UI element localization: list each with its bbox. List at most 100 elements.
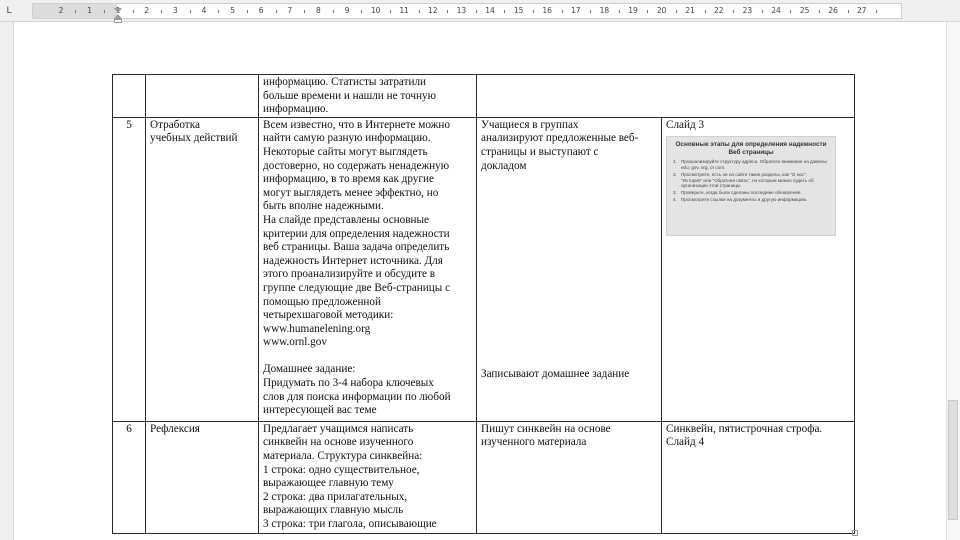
ruler-tick bbox=[103, 10, 105, 13]
horizontal-ruler[interactable]: 2 1 1 2 3 4 5 6 7 8 9 10 11 12 13 14 15 16 17 18 19 20 21 22 23 2… bbox=[32, 3, 902, 19]
text-line: Пишут синквейн на основе bbox=[481, 422, 611, 435]
ruler-number: 25 bbox=[799, 6, 810, 15]
stage-label: учебных действий bbox=[150, 132, 238, 145]
text-line: интересующей вас теме bbox=[263, 404, 377, 417]
students-activity-cell[interactable] bbox=[476, 74, 855, 118]
text-line: 1 строка: одно существительное, bbox=[263, 463, 420, 476]
tab-selector-icon[interactable]: L bbox=[2, 4, 16, 18]
table-row: 5 Отработка учебных действий Всем извест… bbox=[112, 116, 855, 422]
ruler-number: 8 bbox=[316, 6, 321, 15]
text-line: найти самую разную информацию. bbox=[263, 132, 431, 145]
row-number-cell[interactable] bbox=[112, 74, 146, 118]
text-line: выражающее главную тему bbox=[263, 477, 394, 490]
slide-item-text: Просмотрите, есть ли на сайте такие разд… bbox=[681, 172, 814, 189]
ruler-number: 21 bbox=[685, 6, 695, 15]
slide-title: Основные этапы для определения надежност… bbox=[675, 141, 827, 156]
text-line: информацию. bbox=[263, 103, 329, 116]
ruler-number: 6 bbox=[258, 6, 264, 15]
ruler-tick bbox=[304, 10, 306, 13]
text-line: быть вполне надежными. bbox=[263, 200, 384, 213]
ruler-number: 22 bbox=[714, 6, 724, 15]
text-line: Синквейн, пятистрочная строфа. bbox=[666, 422, 823, 435]
ruler-tick bbox=[132, 10, 134, 13]
slide-list-item: 2. Просмотрите, есть ли на сайте такие ра… bbox=[673, 172, 829, 189]
ruler-tick bbox=[761, 10, 763, 13]
ruler-tick bbox=[647, 10, 649, 13]
ruler-tick bbox=[332, 10, 334, 13]
text-line: www.humanelening.org bbox=[263, 322, 371, 335]
text-line: четырехшаговой методики: bbox=[263, 309, 394, 322]
ruler-number: 15 bbox=[513, 6, 524, 15]
row-number-cell[interactable]: 6 bbox=[112, 420, 146, 534]
ruler-number: 23 bbox=[742, 6, 753, 15]
notes-cell[interactable]: Синквейн, пятистрочная строфа. Слайд 4 bbox=[661, 420, 855, 534]
ruler-number: 7 bbox=[287, 6, 293, 15]
text-line: помощью предложенной bbox=[263, 295, 382, 308]
ruler-number: 10 bbox=[370, 6, 381, 15]
text-line: анализируют предложенные веб- bbox=[481, 132, 639, 145]
vertical-ruler[interactable] bbox=[0, 22, 14, 540]
ruler-tick bbox=[675, 10, 677, 13]
row-number: 6 bbox=[126, 422, 132, 435]
ruler-tick bbox=[818, 10, 820, 13]
stage-cell[interactable]: Рефлексия bbox=[145, 420, 259, 534]
text-line: могут выглядеть менее эффектно, но bbox=[263, 186, 439, 199]
ruler-number: 16 bbox=[542, 6, 552, 15]
text-line: надежность Интернет источника. Для bbox=[263, 254, 443, 267]
slide-thumbnail[interactable]: Основные этапы для определения надежност… bbox=[666, 136, 836, 237]
teacher-activity-cell[interactable]: Всем известно, что в Интернете можно найт… bbox=[258, 116, 477, 422]
text-line: Предлагает учащимся написать bbox=[263, 422, 414, 435]
row-number-cell[interactable]: 5 bbox=[112, 116, 146, 422]
ruler-tick bbox=[418, 10, 420, 13]
table-resize-handle[interactable] bbox=[852, 530, 858, 536]
teacher-activity-cell[interactable]: Предлагает учащимся написать синквейн на … bbox=[258, 420, 477, 534]
stage-cell[interactable]: Отработка учебных действий bbox=[145, 116, 259, 422]
row-number: 5 bbox=[126, 118, 132, 131]
ruler-tick bbox=[447, 10, 449, 13]
text-line: 2 строка: два прилагательных, bbox=[263, 490, 408, 503]
text-line: информацию. Статисты затратили bbox=[263, 76, 427, 88]
table-row: информацию. Статисты затратили больше вр… bbox=[112, 74, 855, 118]
vertical-scrollbar[interactable] bbox=[946, 22, 960, 540]
text-line: этого проанализируйте и обсудите в bbox=[263, 268, 436, 281]
ruler-number: 18 bbox=[599, 6, 610, 15]
text-line: информацию, в то время как другие bbox=[263, 173, 434, 186]
text-line: достоверно, но содержать ненадежную bbox=[263, 159, 450, 172]
ruler-tick bbox=[876, 10, 878, 13]
students-activity-cell[interactable]: Учащиеся в группах анализируют предложен… bbox=[476, 116, 662, 422]
slide-ref: Слайд 4 bbox=[666, 436, 705, 449]
text-line: веб страницы. Ваша задача определить bbox=[263, 241, 450, 254]
text-line: больше времени и нашли не точную bbox=[263, 89, 436, 102]
ruler-tick bbox=[561, 10, 563, 13]
ruler-number: 17 bbox=[571, 6, 581, 15]
ruler-number: 26 bbox=[828, 6, 838, 15]
slide-item-text: Проанализируйте структуру адреса. Обрати… bbox=[681, 159, 827, 170]
teacher-activity-cell[interactable]: информацию. Статисты затратили больше вр… bbox=[258, 74, 477, 118]
ruler-tick bbox=[361, 10, 363, 13]
slide-list-item: 3. Проверьте, когда были сделаны последни… bbox=[673, 190, 829, 196]
text-line: Домашнее задание: bbox=[263, 363, 356, 376]
text-line: Придумать по 3-4 набора ключевых bbox=[263, 377, 434, 390]
slide-item-number: 2. bbox=[673, 172, 677, 178]
ruler-number: 9 bbox=[344, 6, 350, 15]
stage-cell[interactable] bbox=[145, 74, 259, 118]
slide-ref: Слайд 3 bbox=[666, 118, 705, 131]
ruler-tick bbox=[189, 10, 191, 13]
ruler-number: 19 bbox=[628, 6, 638, 15]
slide-item-text: Проверьте, когда были сделаны последние … bbox=[681, 190, 802, 196]
scrollbar-thumb[interactable] bbox=[948, 400, 958, 520]
ruler-tick bbox=[618, 10, 620, 13]
ruler-tick bbox=[504, 10, 506, 13]
students-activity-cell[interactable]: Пишут синквейн на основе изученного мате… bbox=[476, 420, 662, 534]
ruler-number: 2 bbox=[58, 6, 64, 15]
ruler-number: 14 bbox=[485, 6, 495, 15]
table-row: 6 Рефлексия Предлагает учащимся написать… bbox=[112, 420, 855, 534]
ruler-number: 1 bbox=[87, 6, 92, 15]
notes-cell[interactable]: Слайд 3 Основные этапы для определения н… bbox=[661, 116, 855, 422]
ruler-tick bbox=[790, 10, 792, 13]
indent-marker-icon[interactable] bbox=[114, 8, 122, 23]
text-line: 3 строка: три глагола, описывающие bbox=[263, 517, 437, 530]
ruler-number: 11 bbox=[399, 6, 409, 15]
ruler-number: 5 bbox=[230, 6, 235, 15]
